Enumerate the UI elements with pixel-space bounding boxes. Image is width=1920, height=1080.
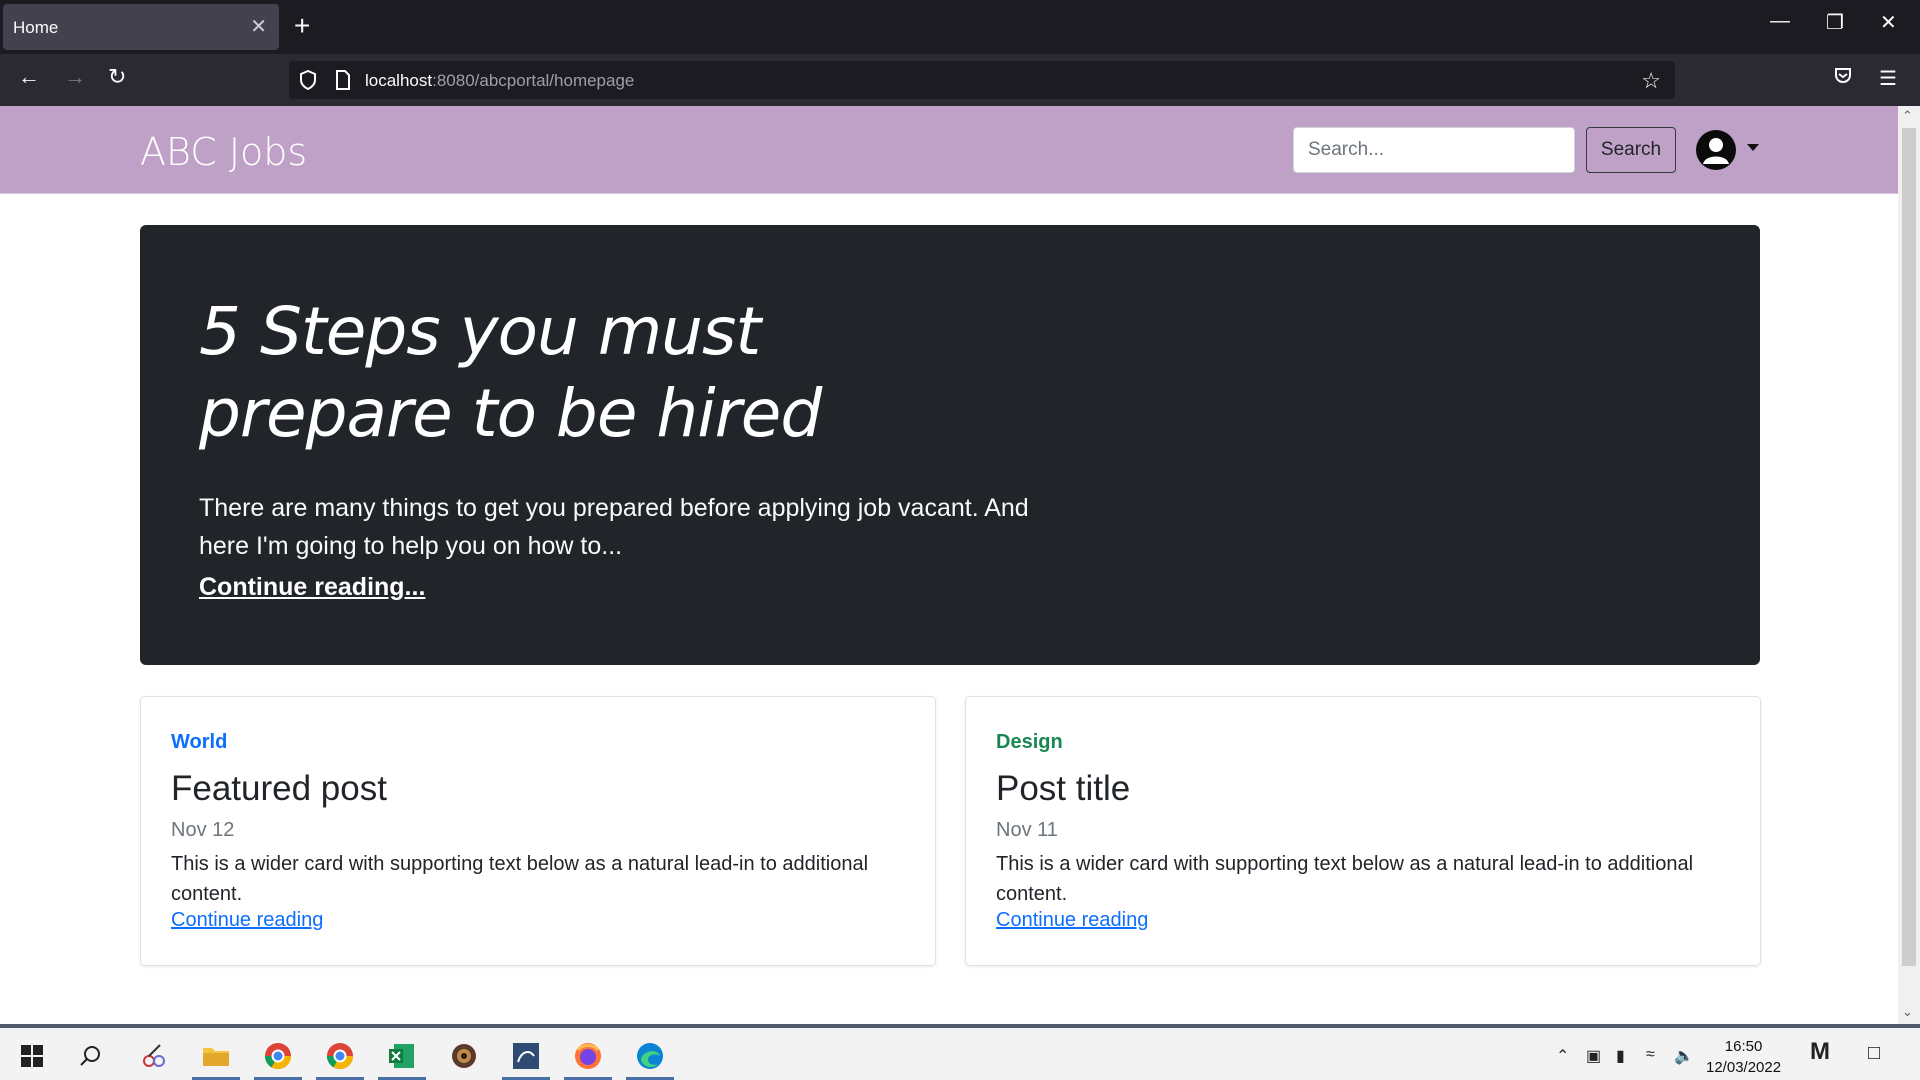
url-path: :8080/abcportal/homepage [432, 71, 635, 90]
system-clock[interactable]: 16:50 12/03/2022 [1706, 1036, 1781, 1078]
windows-start-icon[interactable] [12, 1036, 52, 1076]
chrome-profile-icon[interactable] [316, 1036, 364, 1080]
scroll-down-icon[interactable]: ⌄ [1902, 1004, 1913, 1020]
app-tray-icon[interactable]: M [1810, 1038, 1830, 1066]
wifi-icon[interactable]: ≈ [1646, 1046, 1655, 1064]
back-icon[interactable]: ← [18, 64, 40, 90]
battery-icon[interactable]: ▮ [1616, 1046, 1625, 1066]
taskbar: ⌃ ▣ ▮ ≈ 🔈 16:50 12/03/2022 M □ [0, 1024, 1920, 1080]
clock-date: 12/03/2022 [1706, 1059, 1782, 1076]
notifications-icon[interactable]: □ [1868, 1042, 1880, 1065]
search-icon[interactable] [70, 1036, 110, 1076]
pocket-icon[interactable] [1833, 66, 1853, 92]
post-card: World Featured post Nov 12 This is a wid… [140, 696, 936, 966]
tab-home[interactable]: Home ✕ [3, 4, 279, 50]
dropdown-caret-icon[interactable] [1747, 144, 1759, 151]
search-input[interactable] [1293, 127, 1575, 173]
bookmark-star-icon[interactable]: ☆ [1641, 68, 1661, 94]
card-text: This is a wider card with supporting tex… [171, 853, 869, 905]
reload-icon[interactable]: ↻ [108, 64, 126, 90]
card-text: This is a wider card with supporting tex… [996, 853, 1694, 905]
tray-chevron-icon[interactable]: ⌃ [1556, 1046, 1569, 1066]
hero-continue-link[interactable]: Continue reading... [199, 573, 425, 602]
card-category: Design [996, 731, 1063, 753]
card-date: Nov 12 [171, 819, 235, 841]
card-title: Featured post [171, 769, 387, 808]
app-icon[interactable] [444, 1036, 484, 1076]
hero-text: There are many things to get you prepare… [199, 494, 1029, 560]
file-explorer-icon[interactable] [192, 1036, 240, 1080]
browser-nav-bar: ← → ↻ localhost:8080/abcportal/homepage … [0, 54, 1920, 106]
excel-icon[interactable] [378, 1036, 426, 1080]
card-date: Nov 11 [996, 819, 1058, 841]
hero-banner: 5 Steps you must prepare to be hired The… [140, 225, 1760, 665]
user-avatar-icon[interactable] [1696, 130, 1736, 170]
menu-icon[interactable]: ☰ [1879, 66, 1897, 91]
page-viewport: ABC Jobs Search 5 Steps you must prepare… [0, 106, 1898, 1024]
url-host: localhost [365, 71, 433, 90]
restore-icon[interactable]: ❐ [1826, 10, 1844, 35]
scrollbar-thumb[interactable] [1902, 128, 1916, 966]
tab-close-icon[interactable]: ✕ [250, 14, 267, 39]
url-text: localhost:8080/abcportal/homepage [365, 71, 634, 91]
firefox-icon[interactable] [564, 1036, 612, 1080]
page-icon [335, 70, 351, 95]
edge-icon[interactable] [626, 1036, 674, 1080]
shield-icon[interactable] [299, 69, 317, 95]
card-category: World [171, 731, 228, 753]
search-button[interactable]: Search [1586, 127, 1676, 173]
display-icon[interactable]: ▣ [1586, 1046, 1601, 1066]
tab-title: Home [13, 18, 59, 37]
card-title: Post title [996, 769, 1131, 808]
scroll-up-icon[interactable]: ⌃ [1902, 108, 1913, 124]
snipping-tool-icon[interactable] [134, 1036, 174, 1076]
browser-tab-bar: Home ✕ + — ❐ ✕ [0, 0, 1920, 54]
minimize-icon[interactable]: — [1770, 10, 1790, 33]
site-header: ABC Jobs Search [0, 106, 1898, 194]
address-bar[interactable]: localhost:8080/abcportal/homepage ☆ [289, 61, 1675, 99]
vertical-scrollbar[interactable]: ⌃ ⌄ [1898, 106, 1920, 1024]
chrome-icon[interactable] [254, 1036, 302, 1080]
mysql-workbench-icon[interactable] [502, 1036, 550, 1080]
volume-icon[interactable]: 🔈 [1674, 1046, 1694, 1066]
hero-title: 5 Steps you must prepare to be hired [199, 293, 822, 452]
post-card: Design Post title Nov 11 This is a wider… [965, 696, 1761, 966]
forward-icon[interactable]: → [64, 64, 86, 90]
brand-logo[interactable]: ABC Jobs [140, 130, 307, 174]
close-window-icon[interactable]: ✕ [1880, 10, 1897, 35]
clock-time: 16:50 [1724, 1038, 1763, 1055]
new-tab-icon[interactable]: + [294, 12, 310, 40]
card-continue-link[interactable]: Continue reading [171, 909, 323, 932]
card-continue-link[interactable]: Continue reading [996, 909, 1148, 932]
